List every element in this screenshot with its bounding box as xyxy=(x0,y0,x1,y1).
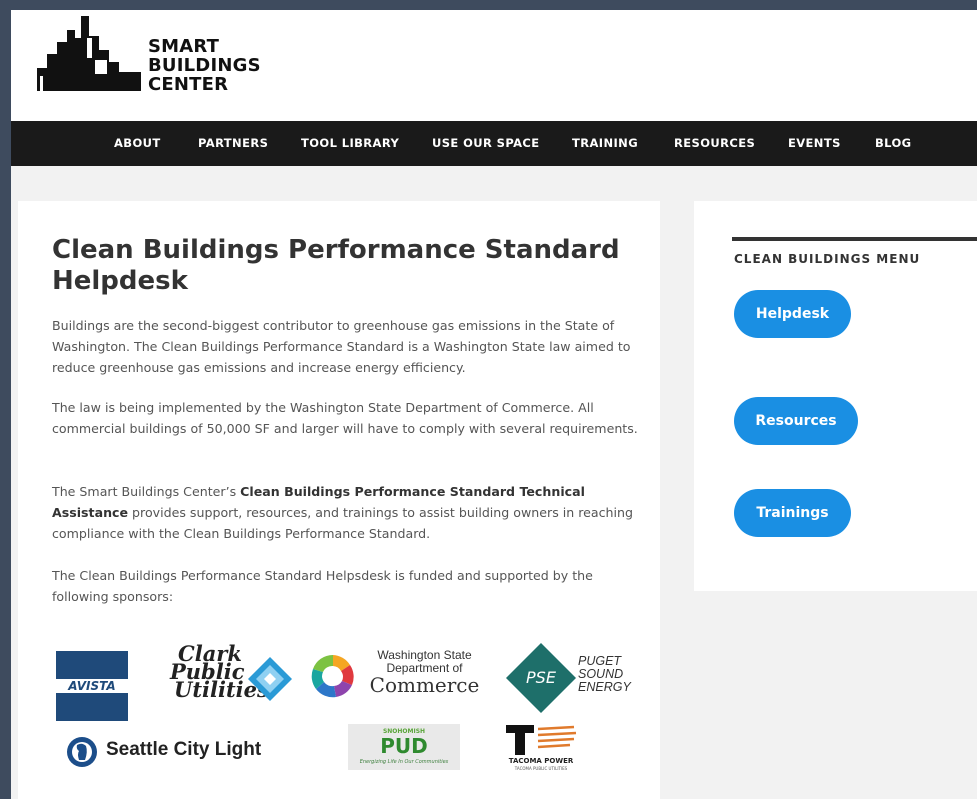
skyline-logo-icon xyxy=(37,16,141,91)
commerce-line-3: Commerce xyxy=(369,673,480,697)
nav-tool-library[interactable]: TOOL LIBRARY xyxy=(301,121,399,166)
tacoma-power-logo[interactable]: TACOMA POWER TACOMA PUBLIC UTILITIES xyxy=(496,723,586,773)
nav-about[interactable]: ABOUT xyxy=(114,121,161,166)
commerce-sunburst-icon xyxy=(311,654,354,698)
sidebar-divider xyxy=(732,237,977,241)
logo-line-center: CENTER xyxy=(148,74,229,95)
nav-partners[interactable]: PARTNERS xyxy=(198,121,268,166)
tacoma-t-bolt-icon xyxy=(506,725,577,755)
nav-blog[interactable]: BLOG xyxy=(875,121,912,166)
nav-events[interactable]: EVENTS xyxy=(788,121,841,166)
scl-wordmark: Seattle City Light xyxy=(106,739,262,760)
site-header: SMART BUILDINGS CENTER xyxy=(11,10,977,121)
main-nav: ABOUT PARTNERS TOOL LIBRARY USE OUR SPAC… xyxy=(11,121,977,166)
sponsors-paragraph: The Clean Buildings Performance Standard… xyxy=(52,568,593,604)
nav-training[interactable]: TRAINING xyxy=(572,121,638,166)
clark-diamond-icon xyxy=(248,657,292,701)
seattle-seal-icon xyxy=(67,737,97,767)
logo-line-smart: SMART xyxy=(148,36,220,57)
technical-assistance-paragraph: The Smart Buildings Center’s Clean Build… xyxy=(52,481,642,544)
helpdesk-button[interactable]: Helpdesk xyxy=(734,290,851,338)
law-paragraph: The law is being implemented by the Wash… xyxy=(52,400,638,436)
tacoma-subtext: TACOMA PUBLIC UTILITIES xyxy=(514,766,568,771)
logo-line-buildings: BUILDINGS xyxy=(148,55,261,76)
nav-use-our-space[interactable]: USE OUR SPACE xyxy=(432,121,540,166)
pud-tagline: Energizing Life In Our Communities xyxy=(359,759,449,765)
pud-wordmark: PUD xyxy=(380,734,428,758)
snohomish-pud-logo[interactable]: SNOHOMISH PUD Energizing Life In Our Com… xyxy=(348,724,460,770)
seattle-city-light-logo[interactable]: Seattle City Light xyxy=(66,734,306,770)
puget-sound-energy-logo[interactable]: PSE PUGET SOUND ENERGY xyxy=(506,641,646,721)
ta-text-pre: The Smart Buildings Center’s xyxy=(52,484,241,499)
sponsor-logos: AVISTA Clark Public Utilities Washington… xyxy=(48,641,648,781)
intro-paragraph: Buildings are the second-biggest contrib… xyxy=(52,318,631,375)
logo-wordmark: SMART BUILDINGS CENTER xyxy=(148,37,261,94)
pse-badge-text: PSE xyxy=(526,668,556,687)
ta-text-post: provides support, resources, and trainin… xyxy=(52,505,633,541)
smart-buildings-center-logo[interactable]: SMART BUILDINGS CENTER xyxy=(37,16,277,96)
wa-commerce-logo[interactable]: Washington State Department of Commerce xyxy=(310,649,490,719)
nav-resources[interactable]: RESOURCES xyxy=(674,121,755,166)
pse-line-3: ENERGY xyxy=(578,680,631,694)
avista-wordmark: AVISTA xyxy=(68,679,116,693)
main-content: Clean Buildings Performance Standard Hel… xyxy=(18,201,660,799)
clean-buildings-sidebar: CLEAN BUILDINGS MENU Helpdesk Resources … xyxy=(694,201,977,591)
clark-public-utilities-logo[interactable]: Clark Public Utilities xyxy=(158,643,298,721)
resources-button[interactable]: Resources xyxy=(734,397,858,445)
sidebar-title: CLEAN BUILDINGS MENU xyxy=(734,252,921,266)
tacoma-wordmark: TACOMA POWER xyxy=(508,757,574,765)
avista-logo[interactable]: AVISTA xyxy=(56,651,128,721)
page: SMART BUILDINGS CENTER ABOUT PARTNERS TO… xyxy=(11,10,977,799)
trainings-button[interactable]: Trainings xyxy=(734,489,851,537)
page-title: Clean Buildings Performance Standard Hel… xyxy=(52,235,620,296)
